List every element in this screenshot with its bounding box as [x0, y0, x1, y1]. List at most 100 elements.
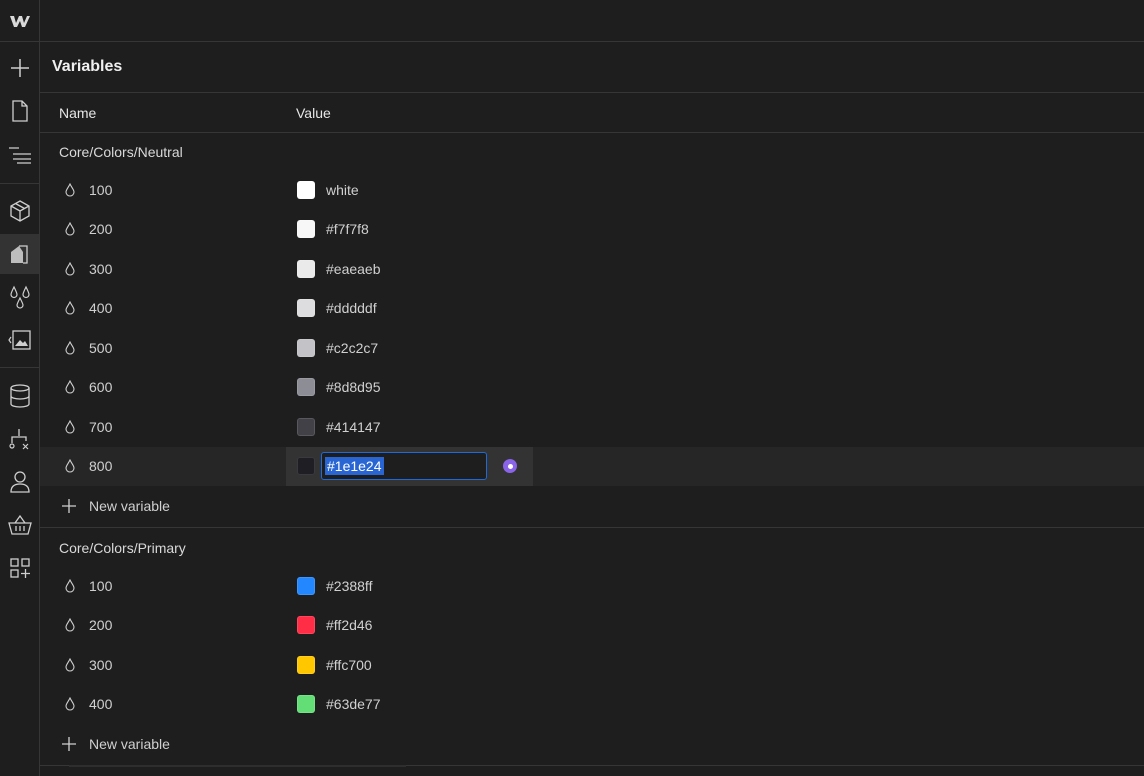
apps-icon[interactable] — [0, 548, 39, 588]
variable-value[interactable]: #eaeaeb — [286, 250, 533, 289]
variable-value[interactable]: #dddddf — [286, 289, 533, 328]
variable-row[interactable]: 400 #dddddf — [40, 289, 1144, 328]
top-bar — [40, 0, 1144, 42]
variable-value[interactable]: #8d8d95 — [286, 368, 533, 407]
variable-name: 300 — [89, 657, 113, 673]
color-drop-icon — [65, 658, 75, 672]
color-swatch[interactable] — [297, 260, 315, 278]
variable-value-text: #f7f7f8 — [326, 221, 369, 237]
variable-value-text: #8d8d95 — [326, 379, 381, 395]
variable-row[interactable]: 300 #ffc700 — [40, 646, 1144, 685]
ecommerce-icon[interactable] — [0, 505, 39, 545]
horizontal-scrollbar[interactable] — [69, 765, 406, 767]
variable-name: 300 — [89, 261, 113, 277]
color-swatch[interactable] — [297, 616, 315, 634]
components-icon[interactable] — [0, 191, 39, 231]
users-icon[interactable] — [0, 462, 39, 502]
color-drop-icon — [65, 341, 75, 355]
color-swatch[interactable] — [297, 695, 315, 713]
variable-row[interactable]: 700 #414147 — [40, 408, 1144, 447]
panel-title: Variables — [52, 58, 123, 75]
variable-value[interactable]: #f7f7f8 — [286, 210, 533, 249]
variable-name: 200 — [89, 617, 113, 633]
variables-panel: Variables Name Value Core/Colors/Neutral… — [40, 42, 1144, 776]
variable-value[interactable]: #1e1e24 — [286, 447, 533, 486]
variable-name: 200 — [89, 221, 113, 237]
cms-icon[interactable] — [0, 376, 39, 416]
webflow-logo-icon[interactable] — [0, 0, 39, 41]
variable-row[interactable]: 300 #eaeaeb — [40, 250, 1144, 289]
value-edit-selected-text: #1e1e24 — [325, 457, 384, 475]
variable-value[interactable]: white — [286, 171, 533, 210]
variable-value[interactable]: #ffc700 — [286, 646, 533, 685]
variable-value-text: #414147 — [326, 419, 381, 435]
color-drop-icon — [65, 262, 75, 276]
color-swatch[interactable] — [297, 577, 315, 595]
variable-name: 100 — [89, 182, 113, 198]
assets-icon[interactable] — [0, 320, 39, 360]
color-swatch[interactable] — [297, 418, 315, 436]
variable-row[interactable]: 200 #ff2d46 — [40, 606, 1144, 645]
variable-value-text: #dddddf — [326, 300, 377, 316]
color-drop-icon — [65, 420, 75, 434]
variable-row[interactable]: 100 #2388ff — [40, 567, 1144, 606]
new-variable-label: New variable — [89, 498, 170, 514]
variable-value-text: #eaeaeb — [326, 261, 381, 277]
variable-row[interactable]: 200 #f7f7f8 — [40, 210, 1144, 249]
variable-value[interactable]: #ff2d46 — [286, 606, 533, 645]
variables-icon[interactable] — [0, 277, 39, 317]
group-title-neutral: Core/Colors/Neutral — [59, 144, 183, 160]
plus-icon — [62, 737, 76, 751]
color-swatch[interactable] — [297, 339, 315, 357]
variable-name: 700 — [89, 419, 113, 435]
color-swatch[interactable] — [297, 220, 315, 238]
color-drop-icon — [65, 380, 75, 394]
color-swatch[interactable] — [297, 299, 315, 317]
variable-binding-dot-icon[interactable] — [503, 459, 517, 473]
variable-value-text: #ff2d46 — [326, 617, 373, 633]
color-drop-icon — [65, 301, 75, 315]
variable-name: 400 — [89, 696, 113, 712]
color-swatch[interactable] — [297, 181, 315, 199]
color-swatch[interactable] — [297, 457, 315, 475]
add-icon[interactable] — [0, 48, 39, 88]
variable-row[interactable]: 100 white — [40, 171, 1144, 210]
variable-value-text: #2388ff — [326, 578, 373, 594]
page-icon[interactable] — [0, 91, 39, 131]
color-drop-icon — [65, 697, 75, 711]
variable-value[interactable]: #c2c2c7 — [286, 329, 533, 368]
navigator-icon[interactable] — [0, 135, 39, 175]
variable-value-text: #ffc700 — [326, 657, 372, 673]
variable-name: 800 — [89, 458, 113, 474]
column-header-value: Value — [296, 105, 331, 121]
plus-icon — [62, 499, 76, 513]
left-toolbar — [0, 0, 40, 776]
variable-row-selected[interactable]: 800 #1e1e24 — [40, 447, 1144, 486]
logic-icon[interactable] — [0, 419, 39, 459]
group-title-primary: Core/Colors/Primary — [59, 540, 186, 556]
variable-value-text: #63de77 — [326, 696, 381, 712]
variable-value[interactable]: #2388ff — [286, 567, 533, 606]
variable-value-text: #c2c2c7 — [326, 340, 379, 356]
variable-name: 100 — [89, 578, 113, 594]
color-drop-icon — [65, 579, 75, 593]
color-swatch[interactable] — [297, 378, 315, 396]
color-drop-icon — [65, 183, 75, 197]
new-variable-button[interactable]: New variable — [40, 725, 340, 764]
color-drop-icon — [65, 459, 75, 473]
variable-value-text: white — [326, 182, 359, 198]
variable-name: 600 — [89, 379, 113, 395]
color-swatch[interactable] — [297, 656, 315, 674]
new-variable-label: New variable — [89, 736, 170, 752]
variable-name: 400 — [89, 300, 113, 316]
variable-value[interactable]: #63de77 — [286, 685, 533, 724]
new-variable-button[interactable]: New variable — [40, 487, 340, 526]
variable-row[interactable]: 600 #8d8d95 — [40, 368, 1144, 407]
variable-value[interactable]: #414147 — [286, 408, 533, 447]
variable-row[interactable]: 500 #c2c2c7 — [40, 329, 1144, 368]
style-manager-icon[interactable] — [0, 234, 39, 274]
column-header-name: Name — [59, 105, 97, 121]
variable-row[interactable]: 400 #63de77 — [40, 685, 1144, 724]
color-drop-icon — [65, 222, 75, 236]
variable-name: 500 — [89, 340, 113, 356]
